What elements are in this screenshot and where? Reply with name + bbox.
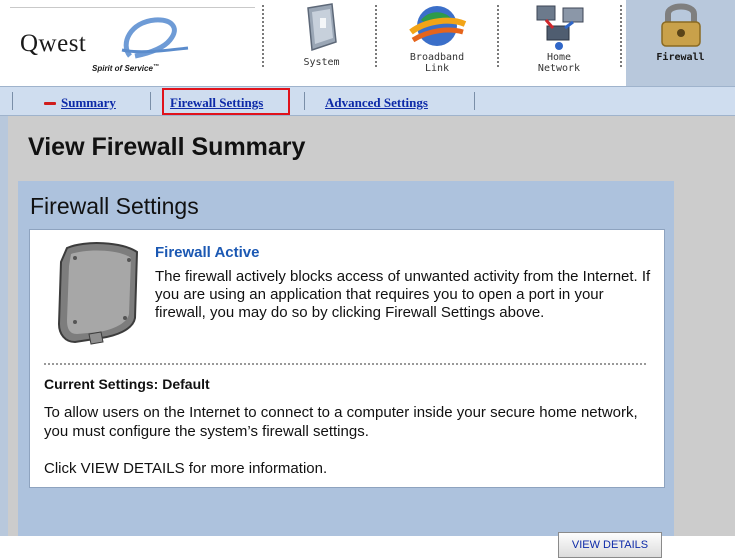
firewall-status-description: The firewall actively blocks access of u… [155,268,651,321]
qwest-swoosh-icon [121,17,189,59]
left-accent-strip [0,116,8,536]
highlight-box [162,88,290,115]
nav-tab-home-network[interactable]: Home Network [500,0,618,86]
subnav-separator [304,92,305,110]
current-page-marker [44,102,56,105]
nav-tab-label: Link [424,63,450,74]
qwest-logo[interactable]: Qwest Spirit of Service™ [0,0,258,86]
brand-tagline: Spirit of Service™ [92,64,159,73]
nav-separator [497,5,499,67]
broadband-globe-icon [409,6,467,46]
nav-tab-label: System [303,57,340,68]
nav-separator [375,5,377,67]
system-icon [306,3,337,52]
nav-tab-system[interactable]: System [268,0,375,86]
brand-name: Qwest [20,30,87,57]
details-hint: Click VIEW DETAILS for more information. [44,460,328,477]
home-network-icon [536,5,584,50]
nav-separator [262,5,264,67]
nav-tab-label: Network [537,63,581,74]
firewall-status-title: Firewall Active [155,244,260,261]
subnav-separator [12,92,13,110]
logo-rule [10,7,255,8]
panel-title: Firewall Settings [30,193,199,219]
nav-tab-label: Broadband [409,52,465,63]
top-navigation-bar: Qwest Spirit of Service™ System Broadban… [0,0,735,86]
firewall-lock-icon [660,3,701,47]
nav-tab-label: Home [546,52,572,63]
nav-separator [620,5,622,67]
subnav-link-advanced-settings[interactable]: Advanced Settings [325,95,428,111]
subnav-separator [150,92,151,110]
nav-tab-label: Firewall [656,52,705,63]
settings-description: To allow users on the Internet to connec… [44,404,638,440]
firewall-shield-icon [45,238,145,348]
current-settings-label: Current Settings: Default [44,376,210,392]
subnav-link-summary[interactable]: Summary [61,95,116,111]
page-title: View Firewall Summary [28,133,306,161]
subnav-separator [474,92,475,110]
section-divider [44,363,646,365]
nav-tab-firewall[interactable]: Firewall [626,0,735,86]
nav-tab-broadband-link[interactable]: Broadband Link [378,0,496,86]
sub-navigation-bar: Summary Firewall Settings Advanced Setti… [0,86,735,116]
